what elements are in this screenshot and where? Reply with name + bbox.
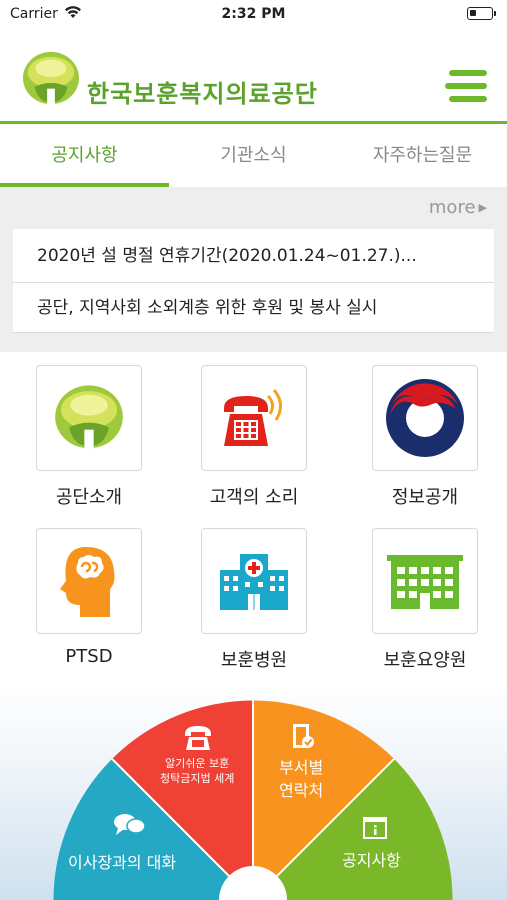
- tab-faq[interactable]: 자주하는질문: [338, 127, 507, 187]
- menu-bar: [445, 83, 487, 89]
- grid-icon-box: [36, 365, 142, 471]
- notice-section: more ▶ 2020년 설 명절 연휴기간(2020.01.24~01.27.)…: [0, 187, 507, 352]
- grid-label: 정보공개: [391, 487, 459, 508]
- taegeuk-icon: [386, 379, 464, 457]
- brain-head-icon: [60, 547, 115, 617]
- status-time: 2:32 PM: [221, 6, 286, 22]
- telephone-icon: [185, 726, 211, 750]
- grid-label: 고객의 소리: [209, 487, 299, 508]
- grid-label: 보훈병원: [220, 650, 288, 671]
- grid-icon-box: [372, 528, 478, 634]
- fan-label-notices: 공지사항: [342, 851, 401, 870]
- fan-label-line: 부서별: [279, 758, 324, 777]
- battery-icon: [467, 7, 496, 20]
- nursing-home-icon: [387, 555, 463, 609]
- fan-label-line: 알기쉬운 보훈: [165, 757, 230, 770]
- fan-label-department-contacts: 부서별 연락처: [279, 756, 323, 802]
- grid-label: PTSD: [65, 646, 113, 667]
- notice-tabs: 공지사항 기관소식 자주하는질문: [0, 127, 507, 187]
- grid-icon-box: [201, 365, 307, 471]
- app-header: 한국보훈복지의료공단: [0, 28, 507, 124]
- fan-label-chairman-dialogue: 이사장과의 대화: [68, 853, 177, 872]
- grid-item-veterans-hospital[interactable]: 보훈병원: [184, 528, 324, 672]
- status-bar: Carrier 2:32 PM: [0, 0, 507, 28]
- grid-item-about[interactable]: 공단소개: [19, 365, 159, 509]
- grid-item-info-disclosure[interactable]: 정보공개: [355, 365, 495, 509]
- more-label: more: [428, 197, 476, 218]
- tab-agency-news[interactable]: 기관소식: [169, 127, 338, 187]
- grid-item-nursing-home[interactable]: 보훈요양원: [355, 528, 495, 672]
- fan-label-anti-graft-law: 알기쉬운 보훈 청탁금지법 세계: [160, 756, 234, 786]
- fan-label-line: 연락처: [279, 781, 324, 800]
- notice-item[interactable]: 2020년 설 명절 연휴기간(2020.01.24~01.27.)...: [13, 229, 494, 283]
- quick-menu-grid: 공단소개 고객의 소리 정보공개 PTSD 보훈병원 보훈요양원: [0, 352, 507, 682]
- hamburger-menu-button[interactable]: [445, 70, 487, 102]
- grid-icon-box: [201, 528, 307, 634]
- tab-notice[interactable]: 공지사항: [0, 127, 169, 187]
- triangle-right-icon: ▶: [478, 201, 487, 214]
- fan-menu-area: 이사장과의 대화 알기쉬운 보훈 청탁금지법 세계 부서별 연락처 공지사항: [0, 682, 507, 900]
- grid-icon-box: [372, 365, 478, 471]
- notice-list: 2020년 설 명절 연휴기간(2020.01.24~01.27.)... 공단…: [13, 229, 494, 333]
- notice-item[interactable]: 공단, 지역사회 소외계층 위한 후원 및 봉사 실시: [13, 283, 494, 333]
- organization-logo-icon[interactable]: [22, 50, 80, 108]
- brand-title: 한국보훈복지의료공단: [87, 80, 318, 108]
- grid-label: 보훈요양원: [383, 650, 467, 671]
- more-link[interactable]: more ▶: [429, 197, 487, 218]
- grid-label: 공단소개: [55, 487, 123, 508]
- grid-item-customer-voice[interactable]: 고객의 소리: [184, 365, 324, 509]
- organization-logo-icon: [55, 385, 123, 449]
- menu-bar: [449, 96, 487, 102]
- grid-icon-box: [36, 528, 142, 634]
- grid-item-ptsd[interactable]: PTSD: [19, 528, 159, 667]
- fan-label-line: 청탁금지법 세계: [160, 772, 235, 785]
- hospital-icon: [220, 554, 288, 610]
- telephone-icon: [224, 389, 282, 446]
- menu-bar: [449, 70, 487, 76]
